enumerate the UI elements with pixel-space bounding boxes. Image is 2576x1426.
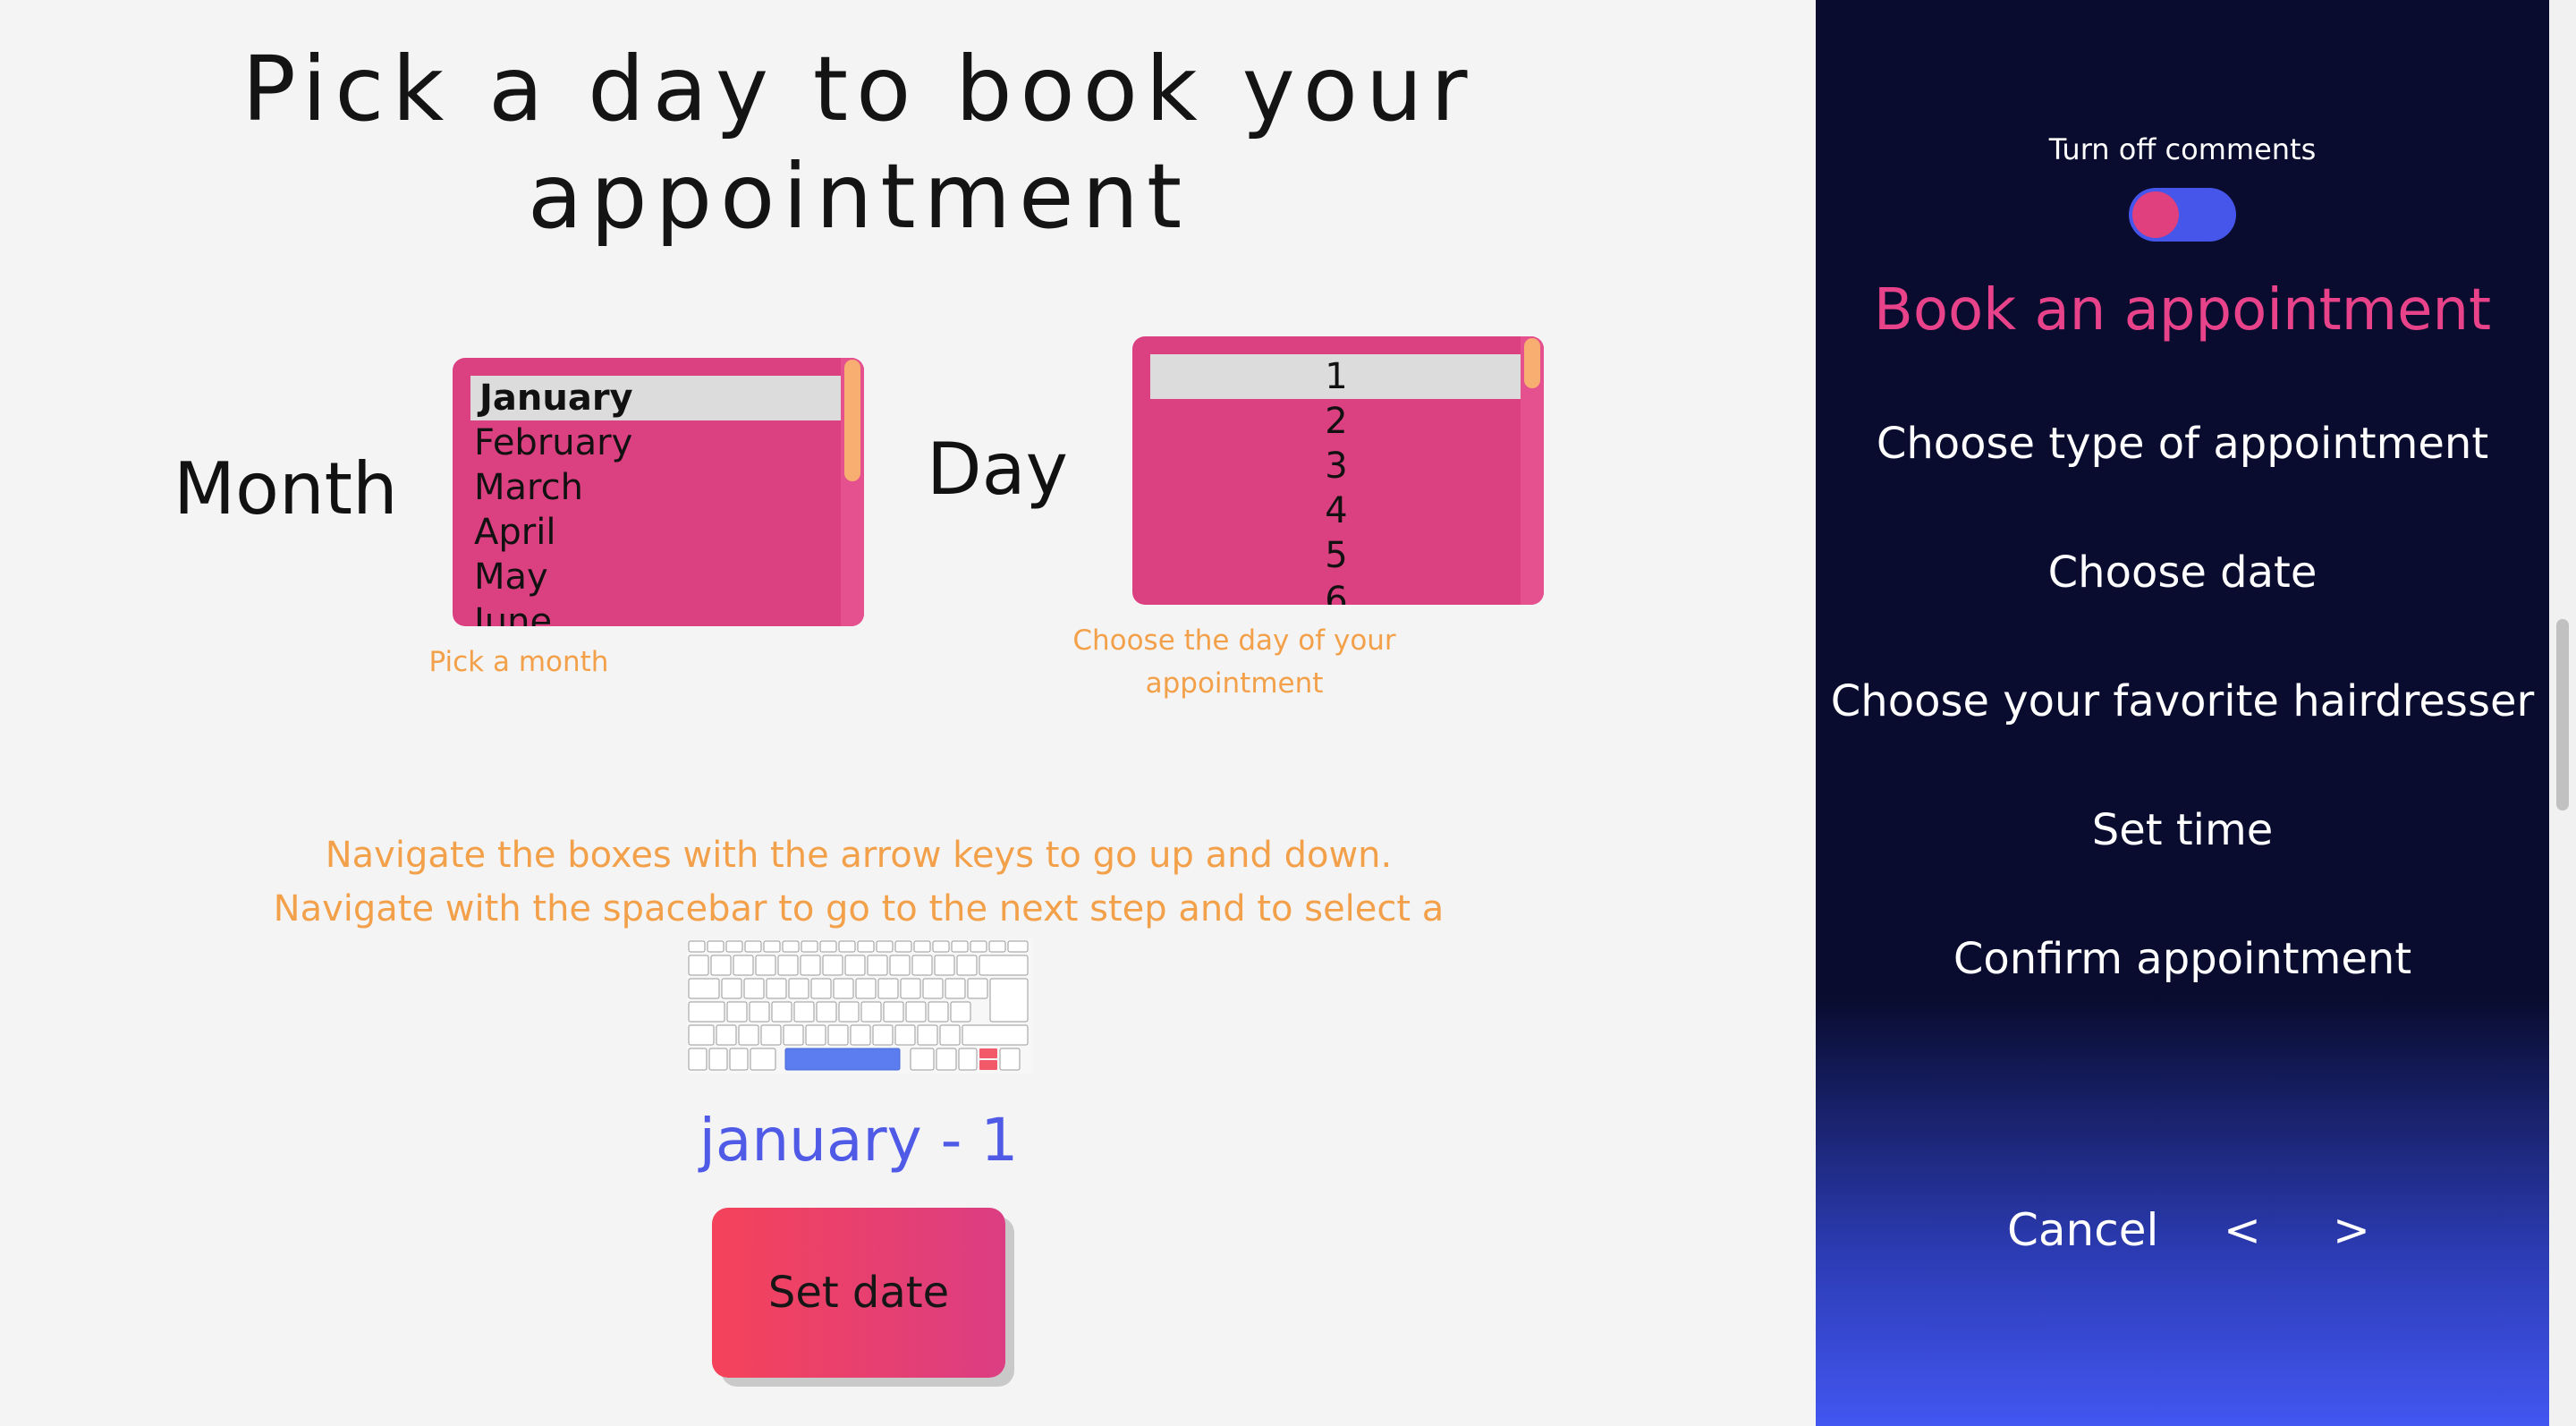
toggle-label: Turn off comments xyxy=(2048,132,2317,166)
step-set-time[interactable]: Set time xyxy=(1816,805,2549,855)
month-option[interactable]: April xyxy=(474,510,555,555)
day-option[interactable]: 2 xyxy=(1150,399,1522,444)
comments-toggle[interactable] xyxy=(2129,188,2236,242)
step-choose-hairdresser[interactable]: Choose your favorite hairdresser xyxy=(1816,676,2549,726)
set-date-button[interactable]: Set date xyxy=(712,1208,1005,1378)
month-scroll-thumb[interactable] xyxy=(844,360,860,481)
page-scrollbar[interactable] xyxy=(2549,0,2576,1426)
keyboard-diagram-icon xyxy=(687,939,1032,1074)
day-scroll-thumb[interactable] xyxy=(1524,338,1540,388)
month-option[interactable]: June xyxy=(474,599,552,626)
step-choose-date[interactable]: Choose date xyxy=(1816,547,2549,598)
month-label: Month xyxy=(174,447,398,531)
toggle-knob xyxy=(2132,191,2179,238)
month-option[interactable]: February xyxy=(474,420,632,465)
day-hint: Choose the day of your appointment xyxy=(1072,624,1396,700)
day-option[interactable]: 6 xyxy=(1150,578,1522,605)
step-confirm[interactable]: Confirm appointment xyxy=(1816,934,2549,984)
month-option[interactable]: March xyxy=(474,465,583,510)
day-listbox[interactable]: 1 2 3 4 5 6 xyxy=(1132,336,1544,605)
day-option[interactable]: 3 xyxy=(1150,444,1522,488)
page-title: Pick a day to book your appointment xyxy=(242,37,1476,249)
month-listbox[interactable]: January February March April May June xyxy=(453,358,864,626)
month-option[interactable]: January xyxy=(470,376,846,420)
previous-button[interactable]: < xyxy=(2224,1204,2261,1256)
next-button[interactable]: > xyxy=(2333,1204,2370,1256)
selected-date: january - 1 xyxy=(699,1106,1019,1175)
day-option[interactable]: 1 xyxy=(1150,354,1522,399)
main-content: Pick a day to book your appointment Mont… xyxy=(0,0,1816,1426)
day-option[interactable]: 5 xyxy=(1150,533,1522,578)
month-option[interactable]: May xyxy=(474,555,548,599)
month-scrollbar[interactable] xyxy=(841,358,864,626)
booking-sidebar: Turn off comments Book an appointment Ch… xyxy=(1816,0,2549,1426)
day-label: Day xyxy=(927,428,1068,511)
cancel-button[interactable]: Cancel xyxy=(2007,1204,2158,1256)
step-choose-type[interactable]: Choose type of appointment xyxy=(1816,419,2549,469)
month-hint: Pick a month xyxy=(428,646,609,678)
sidebar-heading: Book an appointment xyxy=(1873,277,2492,344)
day-option[interactable]: 4 xyxy=(1150,488,1522,533)
day-scrollbar[interactable] xyxy=(1521,336,1544,605)
page-scroll-thumb[interactable] xyxy=(2556,619,2569,811)
